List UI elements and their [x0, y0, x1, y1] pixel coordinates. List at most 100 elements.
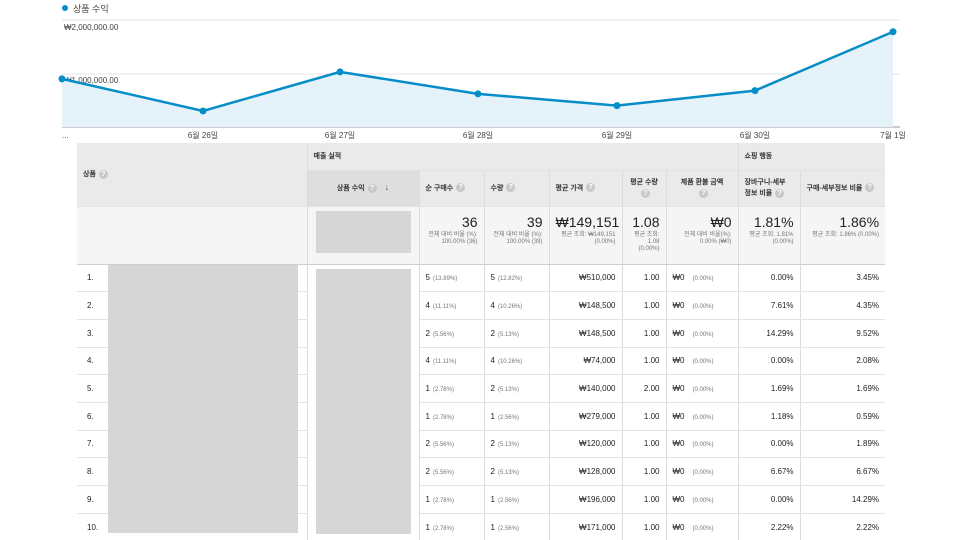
cell-avg-price: ₩279,000	[549, 402, 623, 431]
cell-avg-price: ₩74,000	[549, 347, 623, 376]
redacted-block	[315, 210, 411, 253]
cell-avg-price: ₩510,000	[549, 264, 623, 293]
totals-row: 36 전체 대비 비율 (%): 100.00% (36) 39 전체 대비 비…	[77, 206, 886, 265]
data-point[interactable]	[751, 87, 759, 95]
help-icon[interactable]: ?	[367, 183, 377, 193]
help-icon[interactable]: ?	[641, 188, 650, 198]
col-header-unique-purchases[interactable]: 순 구매수?	[419, 170, 485, 207]
totals-revenue-cell	[307, 206, 420, 265]
help-icon[interactable]: ?	[456, 183, 466, 193]
totals-unique-purchases: 36 전체 대비 비율 (%): 100.00% (36)	[419, 206, 485, 265]
cell-cart-ratio: 0.00%	[738, 485, 801, 514]
redacted-product-column	[108, 265, 298, 533]
cell-refund: ₩0 (0.00%)	[666, 264, 739, 293]
group-header-sales: 매출 실적	[307, 143, 739, 171]
help-icon[interactable]: ?	[775, 188, 785, 198]
cell-refund: ₩0 (0.00%)	[666, 347, 739, 376]
cell-quantity: 2 (5.13%)	[484, 319, 550, 348]
col-header-product-revenue[interactable]: 상품 수익? ↓	[307, 170, 420, 207]
cell-cart-ratio: 1.18%	[738, 402, 801, 431]
cell-buy-ratio: 0.59%	[800, 402, 886, 431]
cell-avg-price: ₩148,500	[549, 319, 623, 348]
totals-avg-price: ₩149,151 평균 조회: ₩149,151 (0.00%)	[549, 206, 623, 265]
cell-cart-ratio: 0.00%	[738, 430, 801, 459]
cell-avg-qty: 1.00	[622, 402, 667, 431]
col-header-refund[interactable]: 제품 환불 금액?	[666, 170, 739, 207]
cell-avg-qty: 1.00	[622, 430, 667, 459]
x-tick-label: 6월 28일	[463, 130, 493, 140]
cell-unique-purchases: 1 (2.78%)	[419, 513, 485, 540]
cell-unique-purchases: 1 (2.78%)	[419, 485, 485, 514]
cell-cart-ratio: 7.61%	[738, 291, 801, 320]
cell-avg-price: ₩171,000	[549, 513, 623, 540]
data-point[interactable]	[336, 68, 344, 76]
cell-avg-qty: 1.00	[622, 347, 667, 376]
cell-avg-qty: 1.00	[622, 264, 667, 293]
cell-quantity: 1 (2.56%)	[484, 513, 550, 540]
cell-avg-price: ₩120,000	[549, 430, 623, 459]
cell-buy-ratio: 1.69%	[800, 374, 886, 403]
x-tick-label: 6월 30일	[740, 130, 770, 140]
cell-quantity: 2 (5.13%)	[484, 430, 550, 459]
x-tick-label: 6월 26일	[188, 130, 218, 140]
series-area	[62, 31, 893, 127]
cell-refund: ₩0 (0.00%)	[666, 291, 739, 320]
help-icon[interactable]: ?	[98, 169, 108, 179]
cell-unique-purchases: 2 (5.56%)	[419, 430, 485, 459]
col-header-avg-price[interactable]: 평균 가격?	[549, 170, 623, 207]
data-point[interactable]	[199, 107, 207, 115]
x-tick-label: 7월 1일	[880, 130, 906, 140]
totals-product-cell	[77, 206, 308, 265]
totals-avg-qty: 1.08 평균 조회: 1.08 (0.00%)	[622, 206, 667, 265]
y-tick-label: ₩2,000,000.00	[64, 23, 119, 32]
cell-avg-price: ₩148,500	[549, 291, 623, 320]
cell-avg-qty: 1.00	[622, 513, 667, 540]
data-point[interactable]	[613, 102, 621, 110]
cell-buy-ratio: 4.35%	[800, 291, 886, 320]
help-icon[interactable]: ?	[506, 183, 516, 193]
sort-down-icon[interactable]: ↓	[385, 182, 390, 192]
col-header-product[interactable]: 상품?	[77, 143, 308, 207]
cell-buy-ratio: 14.29%	[800, 485, 886, 514]
redacted-product-name-column	[307, 264, 420, 540]
cell-avg-price: ₩140,000	[549, 374, 623, 403]
cell-quantity: 4 (10.26%)	[484, 291, 550, 320]
help-icon[interactable]: ?	[699, 188, 709, 198]
cell-cart-ratio: 2.22%	[738, 513, 801, 540]
cell-buy-ratio: 2.22%	[800, 513, 886, 540]
cell-quantity: 5 (12.82%)	[484, 264, 550, 293]
group-header-shopping: 쇼핑 행동	[738, 143, 886, 171]
cell-refund: ₩0 (0.00%)	[666, 402, 739, 431]
data-point[interactable]	[58, 75, 66, 83]
cell-refund: ₩0 (0.00%)	[666, 457, 739, 486]
x-tick-label: ...	[62, 131, 69, 140]
col-header-buy-detail-ratio[interactable]: 구매-세부정보 비율?	[800, 170, 886, 207]
col-header-cart-detail-ratio[interactable]: 장바구니-세부 정보 비율?	[738, 170, 801, 207]
cell-cart-ratio: 1.69%	[738, 374, 801, 403]
col-header-quantity[interactable]: 수량?	[484, 170, 550, 207]
cell-buy-ratio: 6.67%	[800, 457, 886, 486]
cell-refund: ₩0 (0.00%)	[666, 319, 739, 348]
cell-avg-qty: 1.00	[622, 457, 667, 486]
cell-unique-purchases: 2 (5.56%)	[419, 319, 485, 348]
revenue-line-chart: ₩2,000,000.00 ₩1,000,000.00 ... 6월 26일 6월 …	[58, 19, 906, 140]
cell-buy-ratio: 3.45%	[800, 264, 886, 293]
cell-avg-qty: 2.00	[622, 374, 667, 403]
cell-cart-ratio: 14.29%	[738, 319, 801, 348]
cell-unique-purchases: 1 (2.78%)	[419, 402, 485, 431]
col-header-avg-qty[interactable]: 평균 수량?	[622, 170, 667, 207]
cell-buy-ratio: 1.89%	[800, 430, 886, 459]
cell-refund: ₩0 (0.00%)	[666, 430, 739, 459]
cell-unique-purchases: 4 (11.11%)	[419, 291, 485, 320]
cell-avg-qty: 1.00	[622, 319, 667, 348]
cell-unique-purchases: 5 (13.89%)	[419, 264, 485, 293]
cell-avg-price: ₩128,000	[549, 457, 623, 486]
help-icon[interactable]: ?	[865, 183, 875, 193]
data-point[interactable]	[889, 28, 897, 36]
data-point[interactable]	[474, 90, 482, 98]
cell-buy-ratio: 2.08%	[800, 347, 886, 376]
cell-cart-ratio: 0.00%	[738, 347, 801, 376]
help-icon[interactable]: ?	[586, 183, 596, 193]
cell-quantity: 2 (5.13%)	[484, 457, 550, 486]
cell-refund: ₩0 (0.00%)	[666, 485, 739, 514]
